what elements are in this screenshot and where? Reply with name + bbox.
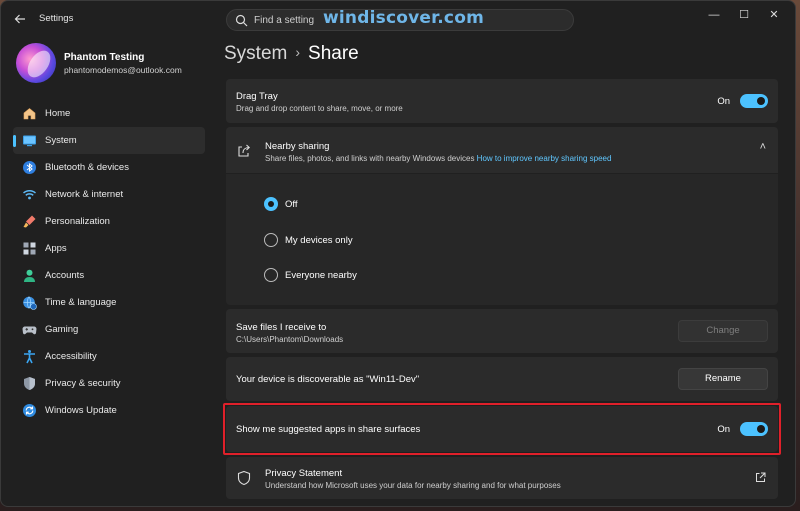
sidebar-item-accounts[interactable]: Accounts — [13, 262, 205, 289]
change-button[interactable]: Change — [678, 320, 768, 342]
open-external-icon[interactable] — [755, 472, 766, 483]
suggested-apps-title: Show me suggested apps in share surfaces — [236, 424, 421, 435]
sidebar-item-label: Home — [45, 108, 71, 119]
nearby-sharing-description: Share files, photos, and links with near… — [265, 154, 475, 163]
search-icon — [235, 14, 248, 27]
sidebar-item-label: Personalization — [45, 216, 110, 227]
radio-everyone-label: Everyone nearby — [285, 269, 357, 281]
rename-button[interactable]: Rename — [678, 368, 768, 390]
drag-tray-title: Drag Tray — [236, 91, 278, 102]
radio-option-everyone[interactable]: Everyone nearby — [264, 268, 357, 282]
sidebar-item-label: Accounts — [45, 270, 85, 281]
sidebar-item-label: Accessibility — [45, 351, 97, 362]
brush-icon — [23, 215, 36, 228]
accounts-icon — [24, 269, 35, 282]
save-files-title: Save files I receive to — [236, 322, 327, 333]
sidebar-item-system[interactable]: System — [13, 127, 205, 154]
breadcrumb-parent[interactable]: System — [224, 43, 287, 64]
drag-tray-subtitle: Drag and drop content to share, move, or… — [236, 104, 403, 113]
window-controls: — ☐ ✕ — [699, 5, 789, 25]
chevron-right-icon: › — [295, 44, 301, 60]
minimize-button[interactable]: — — [699, 5, 729, 25]
title-bar: Settings windiscover.com — ☐ ✕ — [1, 1, 795, 37]
nearby-sharing-card[interactable]: Nearby sharing Share files, photos, and … — [226, 127, 778, 173]
sidebar-item-windows-update[interactable]: Windows Update — [13, 397, 205, 424]
globe-clock-icon — [23, 296, 37, 310]
gamepad-icon — [22, 326, 37, 335]
home-icon — [23, 108, 36, 120]
share-icon — [238, 144, 251, 157]
shield-outline-icon — [237, 470, 251, 486]
drag-tray-card: Drag Tray Drag and drop content to share… — [226, 79, 778, 123]
radio-option-my-devices[interactable]: My devices only — [264, 233, 353, 247]
suggested-apps-toggle[interactable] — [740, 422, 768, 436]
sidebar-item-gaming[interactable]: Gaming — [13, 316, 205, 343]
radio-off-label: Off — [285, 198, 298, 210]
radio-option-off[interactable]: Off — [264, 197, 298, 211]
privacy-statement-title: Privacy Statement — [265, 468, 343, 479]
profile-email: phantomodemos@outlook.com — [64, 65, 182, 75]
nearby-sharing-speed-link[interactable]: How to improve nearby sharing speed — [477, 154, 612, 163]
shield-icon — [24, 377, 35, 390]
sidebar-item-time-language[interactable]: Time & language — [13, 289, 205, 316]
drag-tray-toggle[interactable] — [740, 94, 768, 108]
system-icon — [23, 135, 36, 147]
suggested-apps-card: Show me suggested apps in share surfaces… — [226, 406, 778, 452]
sidebar-item-label: Apps — [45, 243, 67, 254]
nearby-sharing-title: Nearby sharing — [265, 141, 330, 152]
radio-my-devices-label: My devices only — [285, 234, 353, 246]
discoverable-card: Your device is discoverable as "Win11-De… — [226, 357, 778, 401]
sidebar-item-label: Windows Update — [45, 405, 117, 416]
sidebar-item-privacy[interactable]: Privacy & security — [13, 370, 205, 397]
save-files-card: Save files I receive to C:\Users\Phantom… — [226, 309, 778, 353]
drag-tray-toggle-label: On — [717, 95, 730, 107]
privacy-statement-subtitle: Understand how Microsoft uses your data … — [265, 481, 561, 490]
settings-window: Settings windiscover.com — ☐ ✕ Phantom T… — [0, 0, 796, 507]
profile-name: Phantom Testing — [64, 52, 145, 63]
suggested-apps-toggle-group: On — [717, 422, 768, 436]
sidebar-item-home[interactable]: Home — [13, 100, 205, 127]
back-button[interactable] — [11, 10, 29, 28]
sidebar-item-bluetooth[interactable]: Bluetooth & devices — [13, 154, 205, 181]
back-arrow-icon — [14, 14, 25, 24]
accessibility-icon — [24, 350, 35, 364]
update-icon — [23, 404, 36, 417]
discoverable-title: Your device is discoverable as "Win11-De… — [236, 374, 420, 385]
app-title: Settings — [39, 13, 74, 24]
suggested-apps-toggle-label: On — [717, 423, 730, 435]
save-files-path: C:\Users\Phantom\Downloads — [236, 335, 344, 344]
close-button[interactable]: ✕ — [759, 5, 789, 25]
sidebar-item-personalization[interactable]: Personalization — [13, 208, 205, 235]
watermark-text: windiscover.com — [323, 8, 485, 28]
maximize-button[interactable]: ☐ — [729, 5, 759, 25]
bluetooth-icon — [23, 161, 36, 174]
sidebar-item-network[interactable]: Network & internet — [13, 181, 205, 208]
nearby-sharing-options: Off My devices only Everyone nearby — [226, 174, 778, 305]
apps-icon — [23, 242, 36, 255]
chevron-up-icon[interactable]: ˄ — [760, 141, 766, 153]
sidebar-item-accessibility[interactable]: Accessibility — [13, 343, 205, 370]
sidebar-item-label: Privacy & security — [45, 378, 121, 389]
sidebar-item-apps[interactable]: Apps — [13, 235, 205, 262]
sidebar-item-label: Bluetooth & devices — [45, 162, 129, 173]
radio-my-devices[interactable] — [264, 233, 278, 247]
radio-everyone[interactable] — [264, 268, 278, 282]
drag-tray-toggle-group: On — [717, 94, 768, 108]
privacy-statement-card[interactable]: Privacy Statement Understand how Microso… — [226, 457, 778, 499]
nearby-sharing-subtitle: Share files, photos, and links with near… — [265, 154, 611, 163]
sidebar-nav: Home System Bluetooth & devices Network … — [13, 100, 205, 424]
sidebar-item-label: Network & internet — [45, 189, 124, 200]
sidebar-item-label: System — [45, 135, 77, 146]
avatar — [16, 43, 56, 83]
wifi-icon — [23, 189, 36, 200]
sidebar-item-label: Gaming — [45, 324, 79, 335]
page-title: Share — [308, 43, 359, 64]
breadcrumb: System › Share — [224, 43, 359, 65]
radio-off[interactable] — [264, 197, 278, 211]
sidebar-item-label: Time & language — [45, 297, 117, 308]
